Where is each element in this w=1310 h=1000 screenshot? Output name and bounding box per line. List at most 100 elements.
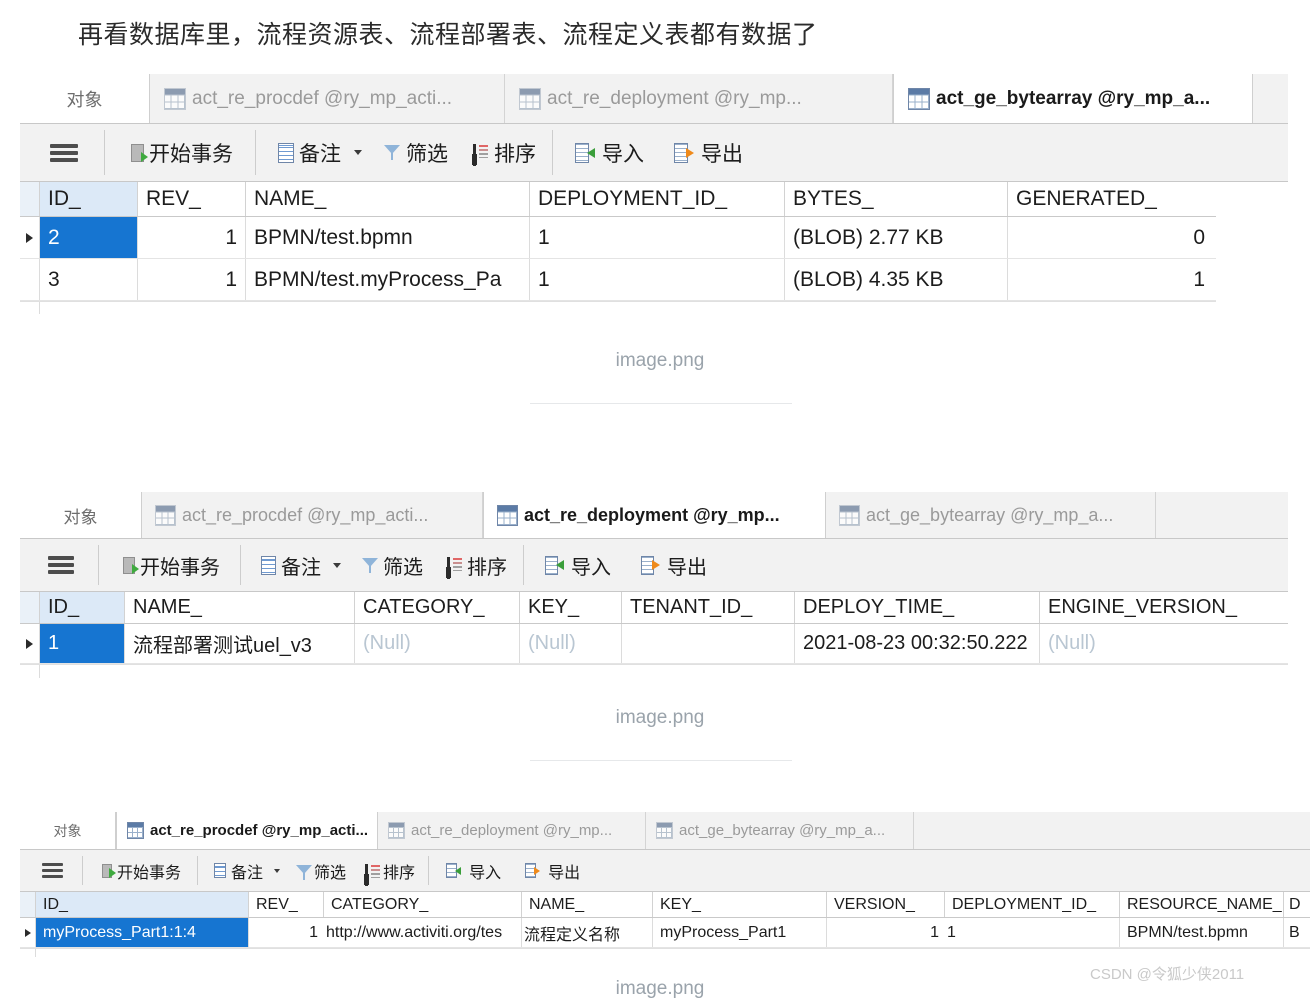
tab-object[interactable]: 对象	[20, 74, 150, 123]
menu-icon[interactable]	[48, 556, 74, 574]
import-button[interactable]: 导入	[575, 138, 644, 168]
tab-object[interactable]: 对象	[20, 492, 142, 538]
column-header-dgrm[interactable]: D	[1284, 892, 1310, 917]
cell-tenant-id[interactable]	[622, 624, 795, 663]
column-header-version[interactable]: VERSION_	[827, 892, 945, 917]
toolbar-deployment: 开始事务 备注 筛选 排序 导入 导出	[20, 539, 1288, 592]
table-row[interactable]: 1 流程部署测试uel_v3 (Null) (Null) 2021-08-23 …	[20, 624, 1288, 664]
begin-transaction-button[interactable]: 开始事务	[102, 859, 181, 883]
column-header-category[interactable]: CATEGORY_	[355, 592, 520, 623]
tab-act-re-procdef[interactable]: act_re_procdef @ry_mp_acti...	[116, 812, 378, 849]
column-header-rev[interactable]: REV_	[138, 182, 246, 216]
column-header-id[interactable]: ID_	[36, 892, 249, 917]
column-header-name[interactable]: NAME_	[522, 892, 653, 917]
cell-key[interactable]: (Null)	[520, 624, 622, 663]
toolbar-separator	[552, 130, 553, 175]
remark-button[interactable]: 备注	[214, 859, 281, 883]
sort-button[interactable]: 排序	[364, 859, 415, 883]
chevron-down-icon[interactable]	[274, 868, 281, 873]
cell-key[interactable]: myProcess_Part1	[653, 918, 827, 947]
column-header-deployment-id[interactable]: DEPLOYMENT_ID_	[530, 182, 785, 216]
export-button[interactable]: 导出	[641, 551, 707, 580]
panel-procdef: 对象 act_re_procdef @ry_mp_acti... act_re_…	[20, 812, 1310, 850]
export-button[interactable]: 导出	[674, 138, 743, 168]
column-header-engine-version[interactable]: ENGINE_VERSION_	[1040, 592, 1288, 623]
remark-button[interactable]: 备注	[261, 551, 341, 580]
tab-act-ge-bytearray[interactable]: act_ge_bytearray @ry_mp_a...	[893, 74, 1253, 123]
cell-resource-name[interactable]: BPMN/test.bpmn	[1120, 918, 1284, 947]
cell-name[interactable]: BPMN/test.myProcess_Pa	[246, 259, 530, 300]
cell-rev[interactable]: 1	[249, 918, 324, 947]
cell-bytes[interactable]: (BLOB) 2.77 KB	[785, 217, 1008, 258]
begin-transaction-button[interactable]: 开始事务	[131, 138, 233, 168]
table-row[interactable]: 3 1 BPMN/test.myProcess_Pa 1 (BLOB) 4.35…	[20, 259, 1216, 301]
sort-label: 排序	[494, 142, 536, 166]
column-header-id[interactable]: ID_	[40, 182, 138, 216]
cell-engine-version[interactable]: (Null)	[1040, 624, 1288, 663]
cell-rev[interactable]: 1	[138, 259, 246, 300]
table-row[interactable]: myProcess_Part1:1:4 1 http://www.activit…	[20, 918, 1310, 948]
cell-deploy-time[interactable]: 2021-08-23 00:32:50.222	[795, 624, 1040, 663]
tab-act-re-deployment[interactable]: act_re_deployment @ry_mp...	[505, 74, 893, 123]
cell-name[interactable]: 流程定义名称	[522, 918, 653, 947]
column-header-generated[interactable]: GENERATED_	[1008, 182, 1215, 216]
import-button[interactable]: 导入	[446, 859, 501, 883]
remark-button[interactable]: 备注	[278, 138, 362, 168]
import-button[interactable]: 导入	[545, 551, 611, 580]
column-header-key[interactable]: KEY_	[653, 892, 827, 917]
tab-act-re-deployment[interactable]: act_re_deployment @ry_mp...	[483, 492, 826, 538]
column-header-name[interactable]: NAME_	[246, 182, 530, 216]
table-row[interactable]: 2 1 BPMN/test.bpmn 1 (BLOB) 2.77 KB 0	[20, 217, 1216, 259]
cell-category[interactable]: http://www.activiti.org/tes	[324, 918, 522, 947]
cell-id[interactable]: 2	[40, 217, 138, 258]
caption-divider	[530, 760, 792, 761]
column-header-tenant-id[interactable]: TENANT_ID_	[622, 592, 795, 623]
filter-button[interactable]: 筛选	[296, 859, 346, 883]
cell-dgrm[interactable]: B	[1284, 918, 1310, 947]
column-header-id[interactable]: ID_	[40, 592, 125, 623]
cell-bytes[interactable]: (BLOB) 4.35 KB	[785, 259, 1008, 300]
cell-generated[interactable]: 1	[1008, 259, 1215, 300]
import-label: 导入	[571, 556, 611, 579]
cell-deployment-id[interactable]: 1	[530, 217, 785, 258]
filter-button[interactable]: 筛选	[384, 138, 448, 168]
cell-generated[interactable]: 0	[1008, 217, 1215, 258]
menu-icon[interactable]	[50, 143, 78, 162]
export-button[interactable]: 导出	[525, 859, 580, 883]
cell-id[interactable]: 1	[40, 624, 125, 663]
begin-transaction-button[interactable]: 开始事务	[123, 551, 220, 580]
tab-object[interactable]: 对象	[20, 812, 116, 849]
column-header-rev[interactable]: REV_	[249, 892, 324, 917]
tab-act-re-procdef[interactable]: act_re_procdef @ry_mp_acti...	[150, 74, 505, 123]
row-marker-current	[20, 217, 40, 258]
column-header-resource-name[interactable]: RESOURCE_NAME_	[1120, 892, 1284, 917]
filter-button[interactable]: 筛选	[362, 551, 423, 580]
cell-deployment-id[interactable]: 1	[530, 259, 785, 300]
table-icon	[519, 87, 541, 110]
cell-rev[interactable]: 1	[138, 217, 246, 258]
column-header-deploy-time[interactable]: DEPLOY_TIME_	[795, 592, 1040, 623]
cell-name[interactable]: BPMN/test.bpmn	[246, 217, 530, 258]
toolbar-separator	[104, 130, 105, 175]
column-header-bytes[interactable]: BYTES_	[785, 182, 1008, 216]
cell-deployment-id[interactable]: 1	[945, 918, 1120, 947]
menu-icon[interactable]	[42, 863, 63, 878]
tab-act-ge-bytearray[interactable]: act_ge_bytearray @ry_mp_a...	[646, 812, 914, 849]
column-header-name[interactable]: NAME_	[125, 592, 355, 623]
column-header-key[interactable]: KEY_	[520, 592, 622, 623]
tab-object-label: 对象	[63, 507, 98, 527]
cell-id[interactable]: 3	[40, 259, 138, 300]
sort-button[interactable]: 排序	[446, 551, 507, 580]
cell-version[interactable]: 1	[827, 918, 945, 947]
cell-category[interactable]: (Null)	[355, 624, 520, 663]
chevron-down-icon[interactable]	[354, 150, 362, 155]
tab-act-re-deployment[interactable]: act_re_deployment @ry_mp...	[378, 812, 646, 849]
tab-act-ge-bytearray[interactable]: act_ge_bytearray @ry_mp_a...	[826, 492, 1156, 538]
cell-name[interactable]: 流程部署测试uel_v3	[125, 624, 355, 663]
column-header-category[interactable]: CATEGORY_	[324, 892, 522, 917]
tab-act-re-procdef[interactable]: act_re_procdef @ry_mp_acti...	[142, 492, 483, 538]
column-header-deployment-id[interactable]: DEPLOYMENT_ID_	[945, 892, 1120, 917]
chevron-down-icon[interactable]	[333, 562, 341, 568]
sort-button[interactable]: 排序	[472, 138, 536, 168]
cell-id[interactable]: myProcess_Part1:1:4	[36, 918, 249, 947]
